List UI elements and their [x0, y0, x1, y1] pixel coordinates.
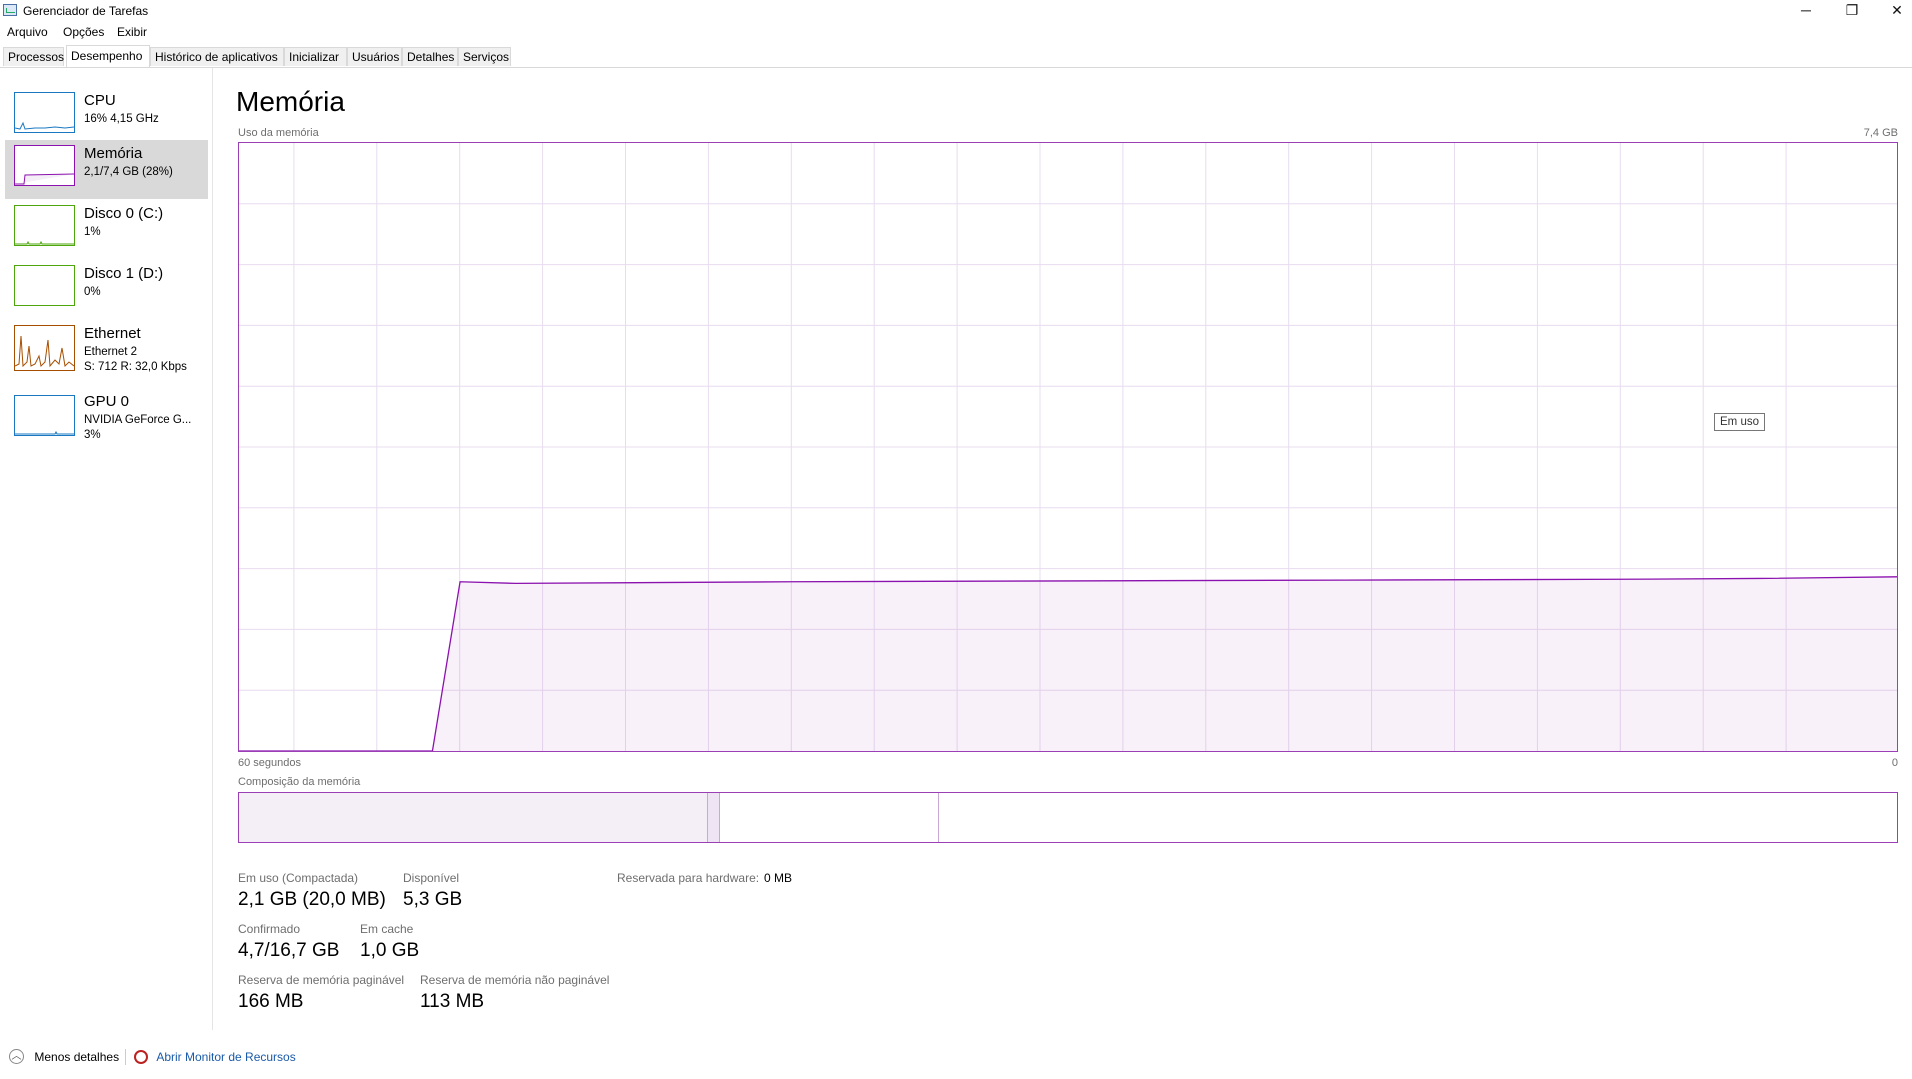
disk-0-thumbnail-graph: [14, 205, 75, 246]
sidebar-item-detail: 2,1/7,4 GB (28%): [84, 166, 173, 178]
composition-segment[interactable]: [239, 793, 709, 842]
chevron-up-icon: ︿: [9, 1049, 24, 1065]
sidebar-item-label: Memória: [84, 145, 143, 162]
sidebar-item-detail: 1%: [84, 226, 101, 238]
cached-value: 1,0 GB: [360, 940, 420, 961]
sidebar-item-cpu[interactable]: CPU 16% 4,15 GHz: [5, 87, 208, 146]
sidebar-item-label: Disco 1 (D:): [84, 265, 164, 282]
sidebar-item-disco-0[interactable]: Disco 0 (C:) 1%: [5, 200, 208, 259]
sidebar-item-throughput: S: 712 R: 32,0 Kbps: [84, 361, 187, 373]
paged-pool-value: 166 MB: [238, 991, 304, 1012]
available-label: Disponível: [403, 871, 460, 885]
memory-chart-svg: [239, 143, 1897, 751]
tab-historico[interactable]: Histórico de aplicativos: [150, 47, 284, 66]
tab-inicializar[interactable]: Inicializar: [284, 47, 347, 66]
paged-pool-label: Reserva de memória paginável: [238, 973, 405, 987]
menu-exibir[interactable]: Exibir: [117, 25, 147, 39]
page-title: Memória: [236, 86, 345, 117]
tab-servicos[interactable]: Serviços: [458, 47, 511, 66]
nonpaged-pool-label: Reserva de memória não paginável: [420, 973, 610, 987]
footer: ︿ Menos detalhes Abrir Monitor de Recurs…: [0, 1030, 1912, 1079]
task-manager-icon: [3, 4, 17, 16]
sidebar-item-ethernet[interactable]: Ethernet Ethernet 2 S: 712 R: 32,0 Kbps: [5, 320, 208, 382]
cached-label: Em cache: [360, 922, 414, 936]
title-bar: Gerenciador de Tarefas ─ ❐ ✕: [0, 0, 1912, 22]
ethernet-thumbnail-graph: [14, 325, 75, 371]
cpu-thumbnail-graph: [14, 92, 75, 133]
sidebar-item-detail: 0%: [84, 286, 101, 298]
hardware-reserved-label: Reservada para hardware:: [617, 871, 760, 885]
chart-tooltip: Em uso: [1714, 413, 1765, 431]
tab-detalhes[interactable]: Detalhes: [402, 47, 458, 66]
minimize-button[interactable]: ─: [1783, 0, 1829, 22]
sidebar-item-memoria[interactable]: Memória 2,1/7,4 GB (28%): [5, 140, 208, 199]
performance-sidebar: CPU 16% 4,15 GHz Memória 2,1/7,4 GB (28%…: [0, 68, 213, 1030]
hardware-reserved-value: 0 MB: [764, 871, 793, 885]
gpu-thumbnail-graph: [14, 395, 75, 436]
memory-composition-bar: [238, 792, 1898, 843]
sidebar-item-label: Disco 0 (C:): [84, 205, 164, 222]
committed-value: 4,7/16,7 GB: [238, 940, 340, 961]
in-use-label: Em uso (Compactada): [238, 871, 359, 885]
resource-monitor-label: Abrir Monitor de Recursos: [156, 1049, 296, 1064]
tab-processos[interactable]: Processos: [3, 47, 64, 66]
available-value: 5,3 GB: [403, 889, 463, 910]
memory-area-fill: [239, 576, 1897, 751]
menu-opcoes[interactable]: Opções: [63, 25, 104, 39]
disk-1-thumbnail-graph: [14, 265, 75, 306]
composition-segment[interactable]: [708, 793, 720, 842]
less-details-button[interactable]: ︿ Menos detalhes: [9, 1049, 120, 1065]
time-axis-end-label: 0: [1891, 757, 1898, 769]
in-use-value: 2,1 GB (20,0 MB): [238, 889, 386, 910]
menu-bar: Arquivo Opções Exibir: [0, 22, 1912, 42]
tab-usuarios[interactable]: Usuários: [347, 47, 402, 66]
tab-strip: Processos Desempenho Histórico de aplica…: [0, 45, 1912, 68]
sidebar-item-gpu-0[interactable]: GPU 0 NVIDIA GeForce G... 3%: [5, 386, 208, 448]
memory-usage-label: Uso da memória: [238, 127, 319, 139]
separator: [125, 1049, 126, 1065]
composition-segment[interactable]: [938, 793, 1897, 842]
restore-button[interactable]: ❐: [1829, 0, 1875, 22]
sidebar-item-label: Ethernet: [84, 325, 141, 342]
memory-max-label: 7,4 GB: [1863, 127, 1898, 139]
window-title: Gerenciador de Tarefas: [23, 4, 149, 18]
less-details-label: Menos detalhes: [34, 1049, 120, 1064]
open-resource-monitor-link[interactable]: Abrir Monitor de Recursos: [134, 1049, 296, 1064]
composition-segment[interactable]: [719, 793, 939, 842]
resource-monitor-icon: [134, 1049, 148, 1064]
sidebar-item-label: CPU: [84, 92, 116, 109]
memory-thumbnail-graph: [14, 145, 75, 186]
memory-usage-chart: [238, 142, 1898, 752]
sidebar-item-disco-1[interactable]: Disco 1 (D:) 0%: [5, 260, 208, 319]
sidebar-item-usage: 3%: [84, 429, 101, 441]
memory-composition-label: Composição da memória: [238, 776, 361, 788]
time-axis-start-label: 60 segundos: [238, 757, 301, 769]
sidebar-item-label: GPU 0: [84, 393, 130, 410]
sidebar-item-detail: Ethernet 2: [84, 346, 138, 358]
menu-arquivo[interactable]: Arquivo: [7, 25, 48, 39]
committed-label: Confirmado: [238, 922, 301, 936]
close-button[interactable]: ✕: [1874, 0, 1912, 22]
sidebar-item-detail: 16% 4,15 GHz: [84, 113, 159, 125]
nonpaged-pool-value: 113 MB: [420, 991, 485, 1012]
tab-desempenho[interactable]: Desempenho: [66, 45, 150, 67]
sidebar-item-detail: NVIDIA GeForce G...: [84, 414, 192, 426]
